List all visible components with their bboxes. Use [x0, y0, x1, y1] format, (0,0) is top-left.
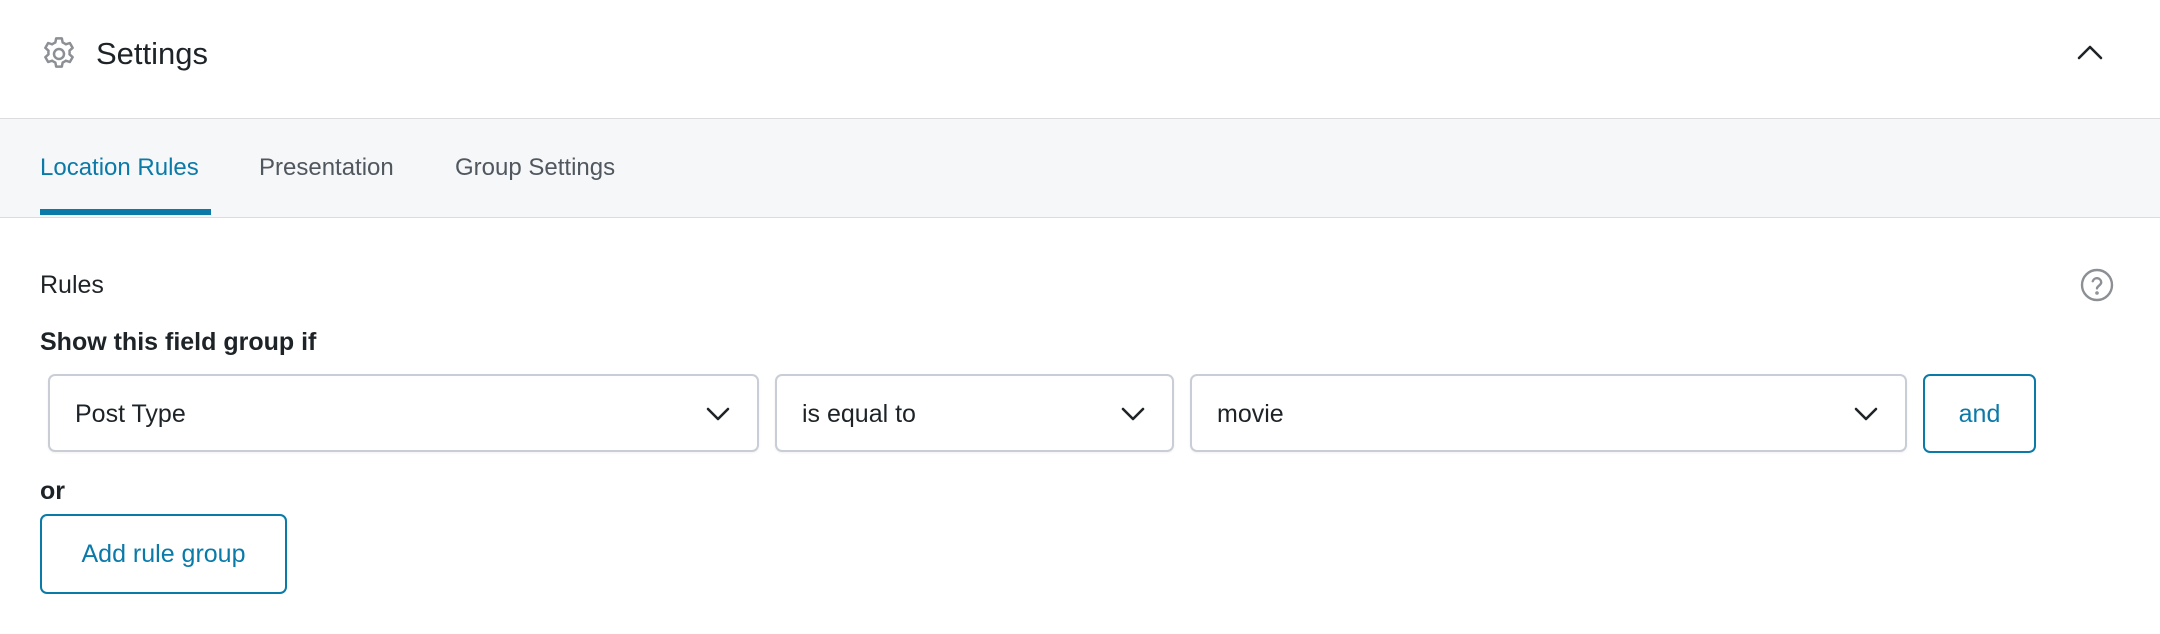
- settings-title: Settings: [96, 36, 209, 71]
- chevron-up-icon: [2077, 44, 2103, 65]
- or-label: or: [40, 477, 65, 505]
- rule-operator-select[interactable]: is equal to: [775, 374, 1174, 452]
- active-tab-indicator: [40, 209, 211, 215]
- add-rule-group-button[interactable]: Add rule group: [40, 514, 287, 594]
- chevron-down-icon: [1120, 402, 1146, 424]
- collapse-button[interactable]: [2070, 36, 2110, 72]
- rules-label: Rules: [40, 271, 104, 299]
- rule-operator-value: is equal to: [802, 400, 916, 428]
- chevron-down-icon: [1853, 402, 1879, 424]
- chevron-down-icon: [705, 402, 731, 424]
- gear-icon: [39, 34, 79, 74]
- tab-location-rules[interactable]: Location Rules: [40, 153, 199, 183]
- settings-header: Settings: [0, 0, 2160, 119]
- question-circle-icon[interactable]: [2080, 268, 2114, 302]
- rule-value-value: movie: [1217, 400, 1284, 428]
- and-button[interactable]: and: [1923, 374, 2036, 453]
- rule-param-select[interactable]: Post Type: [48, 374, 759, 452]
- settings-panel: Settings Location Rules Presentation Gro…: [0, 0, 2160, 634]
- tab-group-settings[interactable]: Group Settings: [455, 153, 615, 183]
- condition-label: Show this field group if: [40, 328, 317, 356]
- tab-bar: Location Rules Presentation Group Settin…: [0, 119, 2160, 218]
- tab-presentation[interactable]: Presentation: [259, 153, 394, 183]
- rule-param-value: Post Type: [75, 400, 186, 428]
- rule-value-select[interactable]: movie: [1190, 374, 1907, 452]
